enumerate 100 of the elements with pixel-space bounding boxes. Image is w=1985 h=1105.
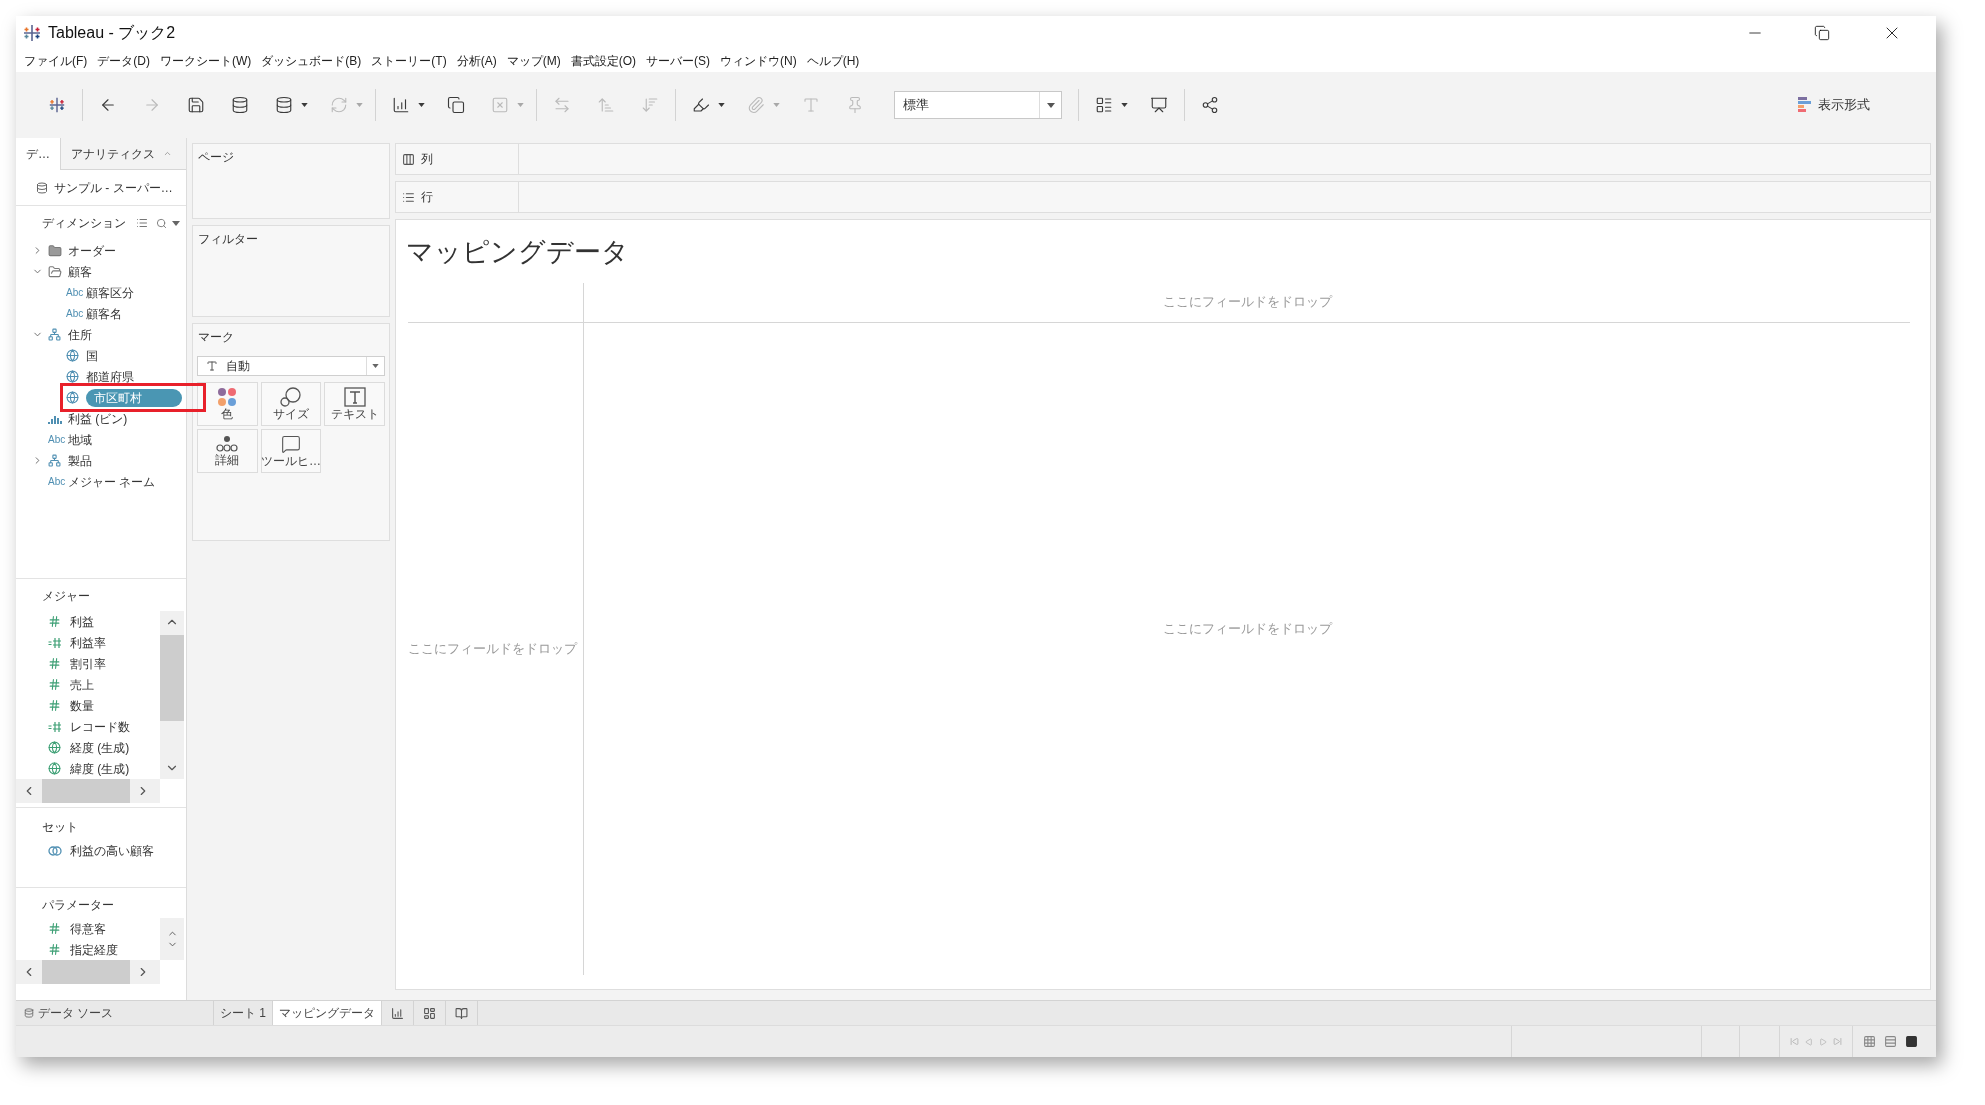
menu-item[interactable]: ファイル(F) — [24, 52, 88, 70]
columns-icon — [402, 152, 415, 166]
string-type-label: Abc — [48, 433, 66, 447]
restore-icon[interactable] — [1814, 25, 1830, 41]
globe-icon — [66, 370, 79, 383]
menu-caret-icon[interactable] — [172, 220, 180, 226]
drop-zone-hint: ここにフィールドをドロップ — [408, 640, 577, 658]
marks-button[interactable]: 詳細 — [197, 429, 258, 473]
field-item[interactable]: 利益 — [70, 612, 94, 631]
field-item[interactable]: 利益 (ビン) — [68, 409, 128, 428]
sheet-title: マッピングデータ — [406, 236, 630, 269]
database-icon — [24, 1008, 34, 1018]
new-dashboard-icon[interactable] — [423, 1006, 436, 1020]
sort-up-down-icon — [163, 149, 172, 158]
dropdown-caret-icon — [372, 364, 379, 368]
data-source-name[interactable]: サンプル - スーパー… — [54, 178, 173, 197]
marks-button[interactable]: サイズ — [260, 382, 322, 426]
field-item[interactable]: 指定経度 — [70, 940, 118, 959]
drop-zone-hint: ここにフィールドをドロップ — [1162, 620, 1332, 638]
menu-item[interactable]: ワークシート(W) — [160, 52, 252, 70]
number-icon — [48, 922, 61, 935]
shelf-label: 列 — [421, 151, 433, 168]
menu-item[interactable]: データ(D) — [97, 52, 150, 70]
field-item[interactable]: 得意客 — [70, 919, 106, 938]
field-item[interactable]: 割引率 — [70, 654, 106, 673]
number-icon — [48, 657, 61, 670]
horizontal-scrollbar[interactable] — [16, 960, 160, 984]
hierarchy-icon — [48, 328, 61, 341]
rows-view-icon[interactable] — [1884, 1035, 1897, 1048]
mark-type-dropdown[interactable]: 自動 — [197, 356, 385, 376]
shelf-title: フィルター — [197, 231, 259, 248]
globe-icon — [48, 762, 61, 775]
database-icon — [36, 181, 48, 194]
menu-item[interactable]: ストーリー(T) — [371, 52, 447, 70]
bin-icon — [48, 413, 62, 424]
window-title: Tableau - ブック2 — [48, 23, 176, 43]
vertical-scrollbar[interactable] — [160, 611, 184, 779]
field-item[interactable]: 顧客 — [68, 262, 92, 281]
list-view-icon[interactable] — [136, 217, 148, 229]
new-sheet-icon[interactable] — [391, 1006, 404, 1020]
marks-button[interactable]: テキスト — [324, 382, 385, 426]
app-logo-icon — [22, 23, 42, 43]
open-folder-icon — [48, 264, 62, 279]
detail-dots-icon — [216, 435, 239, 453]
field-item[interactable]: 数量 — [70, 696, 94, 715]
menu-item[interactable]: ヘルプ(H) — [806, 52, 860, 70]
menu-item[interactable]: ウィンドウ(N) — [720, 52, 797, 70]
horizontal-scrollbar[interactable] — [16, 779, 160, 803]
shelf[interactable]: 行 — [395, 181, 1931, 213]
text-t-icon — [343, 387, 366, 407]
section-title: メジャー — [41, 588, 91, 605]
hierarchy-icon — [48, 454, 61, 467]
marks-button[interactable]: 色 — [197, 382, 258, 426]
grid-view-icon[interactable] — [1863, 1035, 1876, 1048]
show-me-button[interactable]: 表示形式 — [1798, 95, 1870, 115]
field-item[interactable]: 顧客区分 — [86, 283, 134, 302]
dropdown-caret-icon — [1046, 102, 1055, 108]
field-item[interactable]: 売上 — [70, 675, 94, 694]
field-item[interactable]: 住所 — [68, 325, 92, 344]
field-item[interactable]: 顧客名 — [86, 304, 122, 323]
field-item[interactable]: 緯度 (生成) — [70, 759, 130, 778]
size-circles-icon — [280, 387, 302, 407]
shelf-title: マーク — [197, 329, 235, 346]
field-item[interactable]: 製品 — [68, 451, 92, 470]
number-icon — [48, 678, 61, 691]
menu-item[interactable]: マップ(M) — [506, 52, 561, 70]
field-item[interactable]: 地域 — [68, 430, 92, 449]
menu-item[interactable]: ダッシュボード(B) — [261, 52, 362, 70]
menu-item[interactable]: 分析(A) — [456, 52, 497, 70]
field-item[interactable]: オーダー — [68, 241, 116, 260]
field-item[interactable]: 国 — [86, 346, 98, 365]
search-icon[interactable] — [156, 217, 167, 229]
marks-button[interactable]: ツールヒ… — [260, 429, 322, 473]
sheet-tab[interactable]: マッピングデータ — [272, 1001, 381, 1025]
new-story-icon[interactable] — [455, 1006, 468, 1020]
speech-bubble-icon — [281, 434, 301, 454]
field-item[interactable]: 経度 (生成) — [70, 738, 130, 757]
field-item[interactable]: 利益率 — [70, 633, 106, 652]
field-item[interactable]: 都道府県 — [86, 367, 134, 386]
menu-item[interactable]: サーバー(S) — [646, 52, 710, 70]
globe-icon — [48, 741, 61, 754]
string-type-label: Abc — [48, 475, 66, 489]
globe-icon — [66, 349, 79, 362]
field-item[interactable]: レコード数 — [70, 717, 130, 736]
pane-tab[interactable]: アナリティクス — [60, 138, 186, 170]
section-title: セット — [41, 819, 79, 836]
fit-dropdown[interactable]: 標準 — [894, 91, 1062, 119]
number-icon — [48, 699, 61, 712]
section-title: パラメーター — [41, 897, 115, 914]
field-item[interactable]: 利益の高い顧客 — [70, 841, 154, 860]
shelf[interactable]: 列 — [395, 143, 1931, 175]
field-item[interactable]: メジャー ネーム — [68, 472, 156, 491]
folder-icon — [48, 243, 62, 258]
number-icon — [48, 615, 61, 628]
menu-item[interactable]: 書式設定(O) — [570, 52, 636, 70]
section-title: ディメンション — [42, 215, 126, 232]
single-view-icon[interactable] — [1905, 1035, 1918, 1048]
drop-zone-hint: ここにフィールドをドロップ — [1162, 293, 1332, 312]
data-source-tab[interactable]: データ ソース — [16, 1001, 213, 1025]
vertical-scrollbar[interactable] — [160, 918, 184, 960]
